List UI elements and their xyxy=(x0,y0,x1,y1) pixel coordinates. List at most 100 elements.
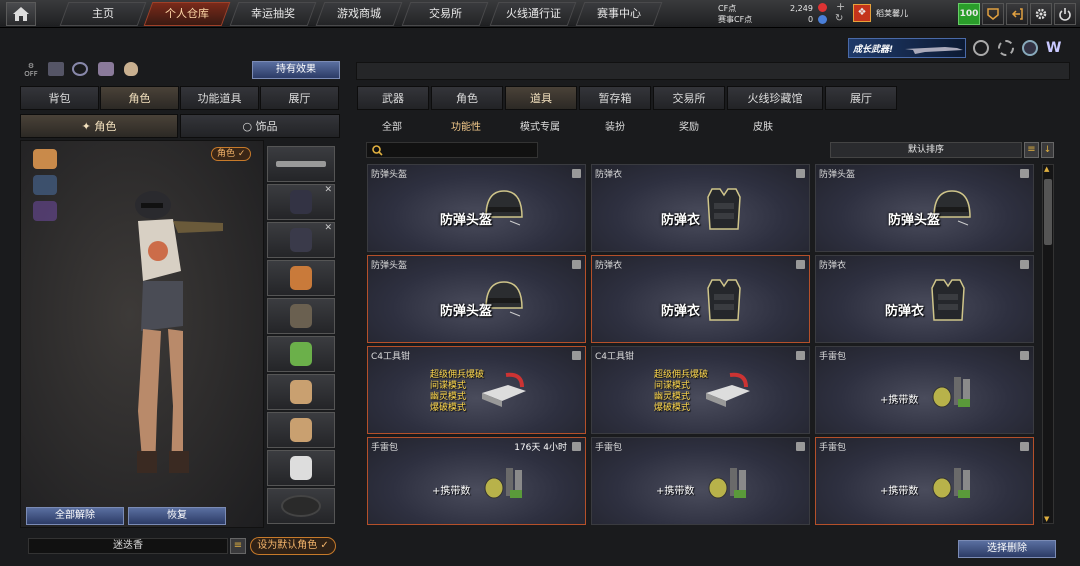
unequip-all-button[interactable]: 全部解除 xyxy=(26,507,124,525)
item-card[interactable]: 防弹衣 防弹衣 xyxy=(591,255,810,343)
nav-tab-6[interactable]: 赛事中心 xyxy=(575,2,663,26)
equipment-slot-empty[interactable] xyxy=(267,488,335,524)
pose-icon[interactable] xyxy=(98,62,114,76)
character-slot-icon-1[interactable] xyxy=(33,149,57,169)
level-badge[interactable]: 100 xyxy=(958,3,980,25)
lock-icon[interactable] xyxy=(796,442,805,451)
home-icon[interactable] xyxy=(6,2,36,26)
sort-order-icon[interactable]: ↓ xyxy=(1041,142,1054,158)
lock-icon[interactable] xyxy=(1020,260,1029,269)
subtab-role[interactable]: ✦ 角色 xyxy=(20,114,178,138)
rotate-icon[interactable] xyxy=(72,62,88,76)
lock-icon[interactable] xyxy=(572,351,581,360)
lock-icon[interactable] xyxy=(572,260,581,269)
rank-icon[interactable] xyxy=(982,3,1004,25)
item-card[interactable]: 防弹衣 防弹衣 xyxy=(591,164,810,252)
item-card[interactable]: 手雷包 176天 4小时 +携带数 xyxy=(367,437,586,525)
filter-2[interactable]: 模式专属 xyxy=(520,118,560,133)
nav-tab-1[interactable]: 个人仓库 xyxy=(143,2,231,26)
right-tab-6[interactable]: 展厅 xyxy=(825,86,897,110)
lock-icon[interactable] xyxy=(796,260,805,269)
power-icon[interactable] xyxy=(1054,3,1076,25)
preset-name-field[interactable]: 迷迭香 xyxy=(28,538,228,554)
filter-5[interactable]: 皮肤 xyxy=(753,118,773,133)
equipment-slot-rifle[interactable] xyxy=(267,146,335,182)
restore-button[interactable]: 恢复 xyxy=(128,507,226,525)
nav-tab-0[interactable]: 主页 xyxy=(59,2,147,26)
character-slot-icon-3[interactable] xyxy=(33,201,57,221)
gear-icon[interactable] xyxy=(1030,3,1052,25)
lock-icon[interactable] xyxy=(796,169,805,178)
item-card[interactable]: 手雷包 +携带数 xyxy=(815,346,1034,434)
item-card[interactable]: C4工具钳 超级佣兵爆破 间谍模式 幽灵模式 爆破模式 xyxy=(367,346,586,434)
item-card[interactable]: 防弹头盔 防弹头盔 xyxy=(367,164,586,252)
right-tab-3[interactable]: 暂存箱 xyxy=(579,86,651,110)
left-tab-1[interactable]: 角色 xyxy=(100,86,179,110)
batch-delete-button[interactable]: 选择删除 xyxy=(958,540,1056,558)
emblem-icon-1[interactable] xyxy=(973,40,989,56)
off-toggle-icon[interactable]: ⚙ OFF xyxy=(22,62,40,78)
sort-dropdown[interactable]: 默认排序 xyxy=(830,142,1022,158)
lock-icon[interactable] xyxy=(1020,169,1029,178)
nav-tab-3[interactable]: 游戏商城 xyxy=(315,2,403,26)
equipment-slot-mags[interactable] xyxy=(267,374,335,410)
lock-icon[interactable] xyxy=(796,351,805,360)
recharge-plus-icon[interactable]: + xyxy=(836,1,845,12)
filter-4[interactable]: 奖励 xyxy=(679,118,699,133)
refresh-icon[interactable]: ↻ xyxy=(835,13,843,24)
filter-3[interactable]: 装扮 xyxy=(605,118,625,133)
subtab-accessory[interactable]: ○ 饰品 xyxy=(180,114,340,138)
remove-icon[interactable]: ✕ xyxy=(324,223,332,233)
left-tab-2[interactable]: 功能道具 xyxy=(180,86,259,110)
pet-icon[interactable] xyxy=(124,62,138,76)
exit-icon[interactable] xyxy=(1006,3,1028,25)
nav-tab-2[interactable]: 幸运抽奖 xyxy=(229,2,317,26)
equipment-slot-ornament[interactable] xyxy=(267,412,335,448)
search-input[interactable] xyxy=(366,142,538,158)
equipment-slot-pouch[interactable] xyxy=(267,298,335,334)
nav-tab-5[interactable]: 火线通行证 xyxy=(489,2,577,26)
scroll-up-icon[interactable]: ▲ xyxy=(1044,165,1049,173)
item-card[interactable]: 防弹头盔 防弹头盔 xyxy=(367,255,586,343)
right-tab-4[interactable]: 交易所 xyxy=(653,86,725,110)
remove-icon[interactable]: ✕ xyxy=(324,185,332,195)
role-tag[interactable]: 角色 ✓ xyxy=(211,147,252,161)
equipment-slot-helmet[interactable]: ✕ xyxy=(267,184,335,220)
emblem-icon-3[interactable] xyxy=(1022,40,1038,56)
item-card[interactable]: 手雷包 +携带数 xyxy=(591,437,810,525)
set-default-role-button[interactable]: 设为默认角色 ✓ xyxy=(250,537,336,555)
scroll-thumb[interactable] xyxy=(1044,179,1052,245)
character-slot-icon-2[interactable] xyxy=(33,175,57,195)
list-view-icon[interactable]: ≡ xyxy=(1024,142,1039,158)
growth-weapon-banner[interactable]: 成长武器! xyxy=(848,38,966,58)
item-card[interactable]: 防弹头盔 防弹头盔 xyxy=(815,164,1034,252)
lock-icon[interactable] xyxy=(572,442,581,451)
equipment-slot-battery[interactable] xyxy=(267,336,335,372)
item-card[interactable]: C4工具钳 超级佣兵爆破 间谍模式 幽灵模式 爆破模式 xyxy=(591,346,810,434)
nav-tab-4[interactable]: 交易所 xyxy=(401,2,489,26)
left-tab-0[interactable]: 背包 xyxy=(20,86,99,110)
equipment-slot-figure[interactable] xyxy=(267,260,335,296)
stats-icon[interactable] xyxy=(48,62,64,76)
character-preview[interactable]: 角色 ✓ xyxy=(20,140,264,528)
scroll-down-icon[interactable]: ▼ xyxy=(1044,515,1049,523)
player-avatar[interactable]: ❖ xyxy=(853,4,871,22)
right-tab-0[interactable]: 武器 xyxy=(357,86,429,110)
right-tab-1[interactable]: 角色 xyxy=(431,86,503,110)
filter-1[interactable]: 功能性 xyxy=(451,118,481,133)
item-card[interactable]: 防弹衣 防弹衣 xyxy=(815,255,1034,343)
lock-icon[interactable] xyxy=(1020,351,1029,360)
right-tab-5[interactable]: 火线珍藏馆 xyxy=(727,86,823,110)
equipment-slot-goggles[interactable]: ✕ xyxy=(267,222,335,258)
emblem-icon-2[interactable] xyxy=(998,40,1014,56)
equipment-slot-ornament2[interactable] xyxy=(267,450,335,486)
owned-effects-button[interactable]: 持有效果 xyxy=(252,61,340,79)
emblem-icon-4[interactable]: W xyxy=(1046,40,1061,56)
preset-menu-icon[interactable]: ≡ xyxy=(230,538,246,554)
lock-icon[interactable] xyxy=(572,169,581,178)
left-tab-3[interactable]: 展厅 xyxy=(260,86,339,110)
filter-0[interactable]: 全部 xyxy=(382,118,402,133)
right-tab-2[interactable]: 道具 xyxy=(505,86,577,110)
item-scrollbar[interactable]: ▲ ▼ xyxy=(1042,164,1054,524)
item-card[interactable]: 手雷包 +携带数 xyxy=(815,437,1034,525)
